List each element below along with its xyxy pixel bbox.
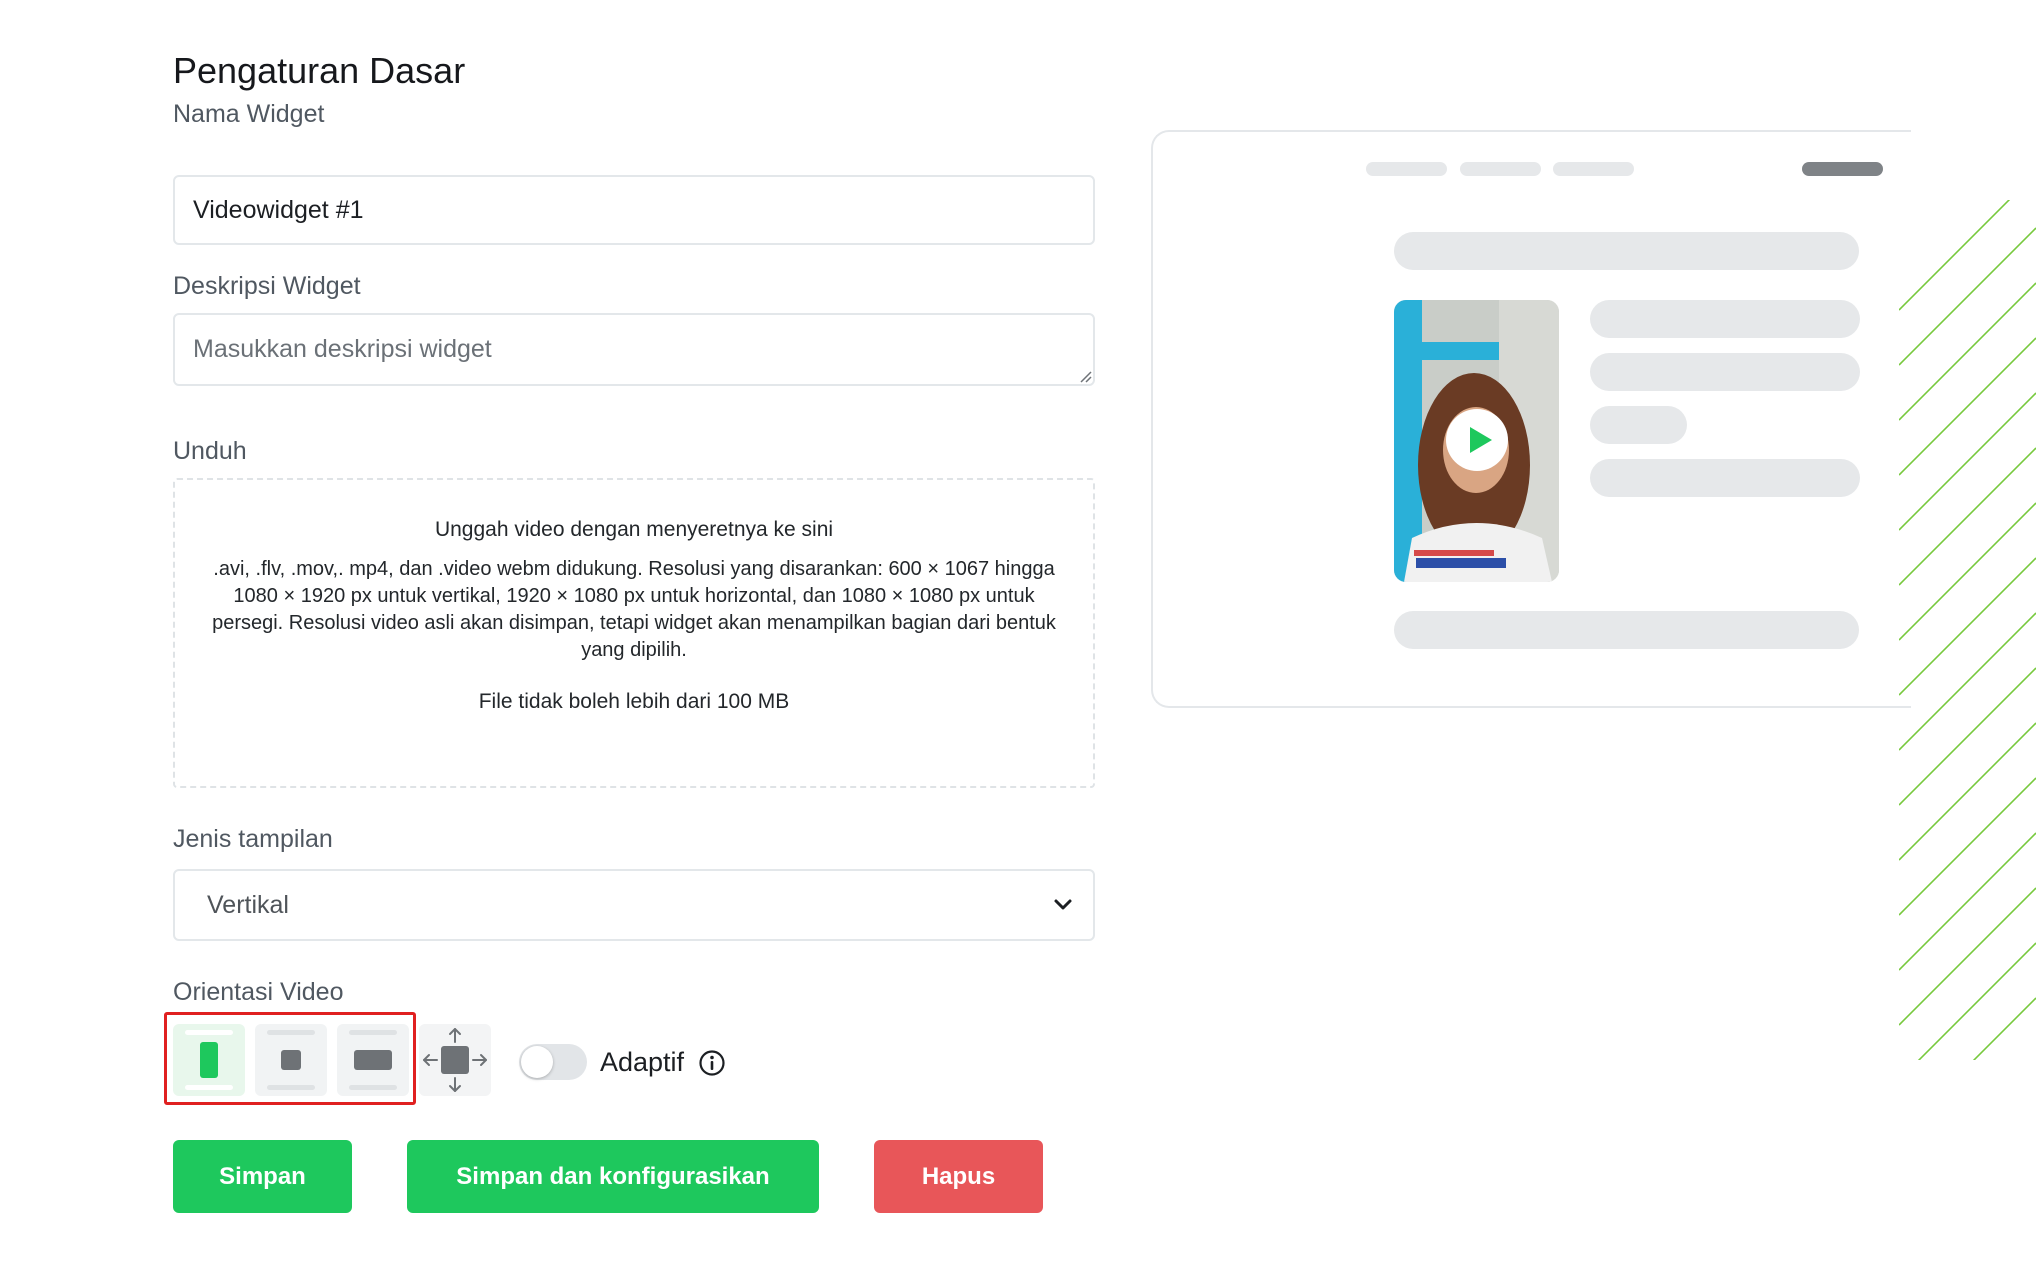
orientation-vertical-button[interactable] [173, 1024, 245, 1096]
orientation-square-button[interactable] [255, 1024, 327, 1096]
orientation-horizontal-button[interactable] [337, 1024, 409, 1096]
decorative-stripes [1899, 200, 2036, 1060]
square-orientation-icon [281, 1050, 301, 1070]
display-type-select[interactable]: Vertikal [173, 869, 1095, 941]
save-and-configure-button[interactable]: Simpan dan konfigurasikan [407, 1140, 819, 1213]
chevron-down-icon [1054, 899, 1072, 910]
page-title: Pengaturan Dasar [173, 50, 466, 91]
resize-handle-icon[interactable] [1078, 369, 1092, 383]
horizontal-orientation-icon [354, 1050, 392, 1070]
name-label: Nama Widget [173, 100, 325, 128]
resize-arrows-icon [423, 1028, 487, 1092]
widget-preview [1151, 130, 1911, 708]
dropzone-title: Unggah video dengan menyeretnya ke sini [434, 518, 834, 541]
display-type-label: Jenis tampilan [173, 825, 333, 853]
display-type-value: Vertikal [207, 891, 289, 919]
info-icon[interactable] [698, 1049, 726, 1077]
play-icon[interactable] [1445, 408, 1509, 472]
save-button[interactable]: Simpan [173, 1140, 352, 1213]
video-dropzone[interactable]: Unggah video dengan menyeretnya ke sini … [173, 478, 1095, 788]
dropzone-description: .avi, .flv, .mov,. mp4, dan .video webm … [212, 558, 1056, 661]
delete-button[interactable]: Hapus [874, 1140, 1043, 1213]
description-field-wrap [173, 313, 1095, 386]
adaptive-label: Adaptif [600, 1047, 685, 1077]
orientation-label: Orientasi Video [173, 978, 344, 1006]
orientation-adaptive-button[interactable] [419, 1024, 491, 1096]
upload-label: Unduh [173, 437, 247, 465]
widget-description-textarea[interactable] [173, 313, 1095, 386]
description-label: Deskripsi Widget [173, 272, 361, 300]
video-thumbnail[interactable] [1394, 300, 1559, 582]
widget-name-input[interactable] [173, 175, 1095, 245]
vertical-orientation-icon [200, 1042, 218, 1078]
adaptive-toggle[interactable] [519, 1044, 587, 1080]
dropzone-size-limit: File tidak boleh lebih dari 100 MB [478, 690, 790, 713]
